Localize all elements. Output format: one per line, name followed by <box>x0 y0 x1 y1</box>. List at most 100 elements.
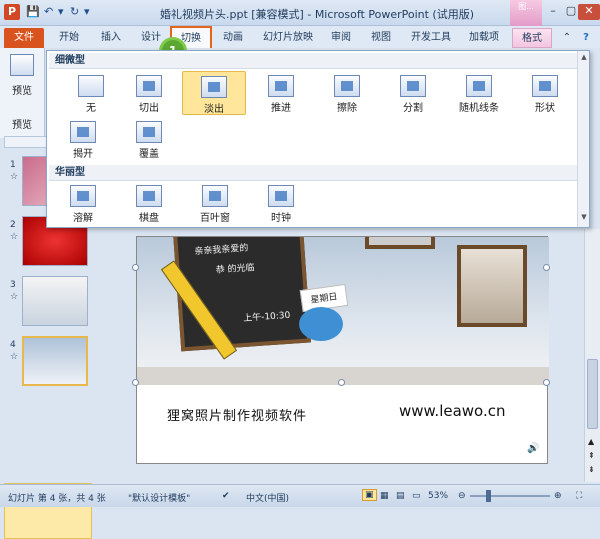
undo-dropdown-icon[interactable]: ▾ <box>58 5 64 18</box>
preview-button-label[interactable]: 预览 <box>12 82 32 97</box>
normal-view-icon[interactable]: ▣ <box>362 489 377 501</box>
transition-label: 时钟 <box>271 213 291 224</box>
clock-transition-icon <box>268 185 294 207</box>
minimize-ribbon-icon[interactable]: ⌃ <box>560 28 574 48</box>
chalk-text: 亲亲我亲爱的 <box>194 243 249 258</box>
language-status[interactable]: 中文(中国) <box>246 491 289 504</box>
zoom-out-icon[interactable]: ⊖ <box>458 491 466 501</box>
slide-url-text[interactable]: www.leawo.cn <box>399 402 506 420</box>
gallery-scrollbar[interactable]: ▲ ▼ <box>577 51 589 227</box>
slide-transition-star-icon: ☆ <box>10 292 19 302</box>
title-bar: P 💾 ↶ ▾ ↻ ▾ 婚礼视频片头.ppt [兼容模式] - Microsof… <box>0 0 600 26</box>
tab-insert[interactable]: 插入 <box>94 28 128 48</box>
theme-name-status[interactable]: "默认设计模板" <box>128 491 190 504</box>
random-bars-transition-icon <box>466 75 492 97</box>
tab-review[interactable]: 审阅 <box>324 28 358 48</box>
transition-shape[interactable]: 形状 <box>513 71 577 115</box>
spell-check-icon[interactable]: ✔ <box>222 491 230 501</box>
current-slide[interactable]: 亲亲我亲爱的 恭 的光临 上午-10:30 星期日 狸窝照片制作视频软件 www… <box>136 236 549 464</box>
resize-handle[interactable] <box>132 379 139 386</box>
resize-handle[interactable] <box>338 379 345 386</box>
slide-transition-star-icon: ☆ <box>10 232 19 242</box>
zoom-level[interactable]: 53% <box>428 491 448 501</box>
transition-dissolve[interactable]: 溶解 <box>51 181 115 225</box>
slide-count-status: 幻灯片 第 4 张，共 4 张 <box>8 494 106 504</box>
tab-home[interactable]: 开始 <box>52 28 86 48</box>
close-icon[interactable]: ✕ <box>578 4 600 20</box>
slide-transition-star-icon: ☆ <box>10 172 19 182</box>
transition-label: 百叶窗 <box>200 213 230 224</box>
fit-to-window-icon[interactable]: ⛶ <box>576 491 582 501</box>
transition-cover[interactable]: 覆盖 <box>117 117 181 161</box>
slide-thumbnail-4[interactable] <box>22 336 88 386</box>
tab-animations[interactable]: 动画 <box>216 28 250 48</box>
zoom-in-icon[interactable]: ⊕ <box>554 491 562 501</box>
help-icon[interactable]: ? <box>578 28 594 48</box>
slide-number: 4 <box>10 340 16 350</box>
shape-transition-icon <box>532 75 558 97</box>
zoom-slider-track[interactable] <box>470 495 550 497</box>
transition-blinds[interactable]: 百叶窗 <box>183 181 247 225</box>
transition-label: 切出 <box>139 103 159 114</box>
tab-slide-show[interactable]: 幻灯片放映 <box>258 28 318 48</box>
transition-none[interactable]: 无 <box>59 71 123 115</box>
slide-show-icon[interactable]: ▭ <box>412 491 421 501</box>
dissolve-transition-icon <box>70 185 96 207</box>
transition-label: 分割 <box>403 103 423 114</box>
resize-handle[interactable] <box>132 264 139 271</box>
slide-number: 2 <box>10 220 16 230</box>
transition-label: 揭开 <box>73 149 93 160</box>
vertical-scrollbar[interactable]: ▲ ⇞ ⇟ <box>584 229 600 482</box>
zoom-slider-thumb[interactable] <box>486 490 491 502</box>
transition-push[interactable]: 推进 <box>249 71 313 115</box>
resize-handle[interactable] <box>543 264 550 271</box>
tab-add-ins[interactable]: 加载项 <box>464 28 504 48</box>
scroll-up-icon[interactable]: ▲ <box>579 53 589 63</box>
status-bar: 幻灯片 第 4 张，共 4 张 "默认设计模板" ✔ 中文(中国) ▣ ▦ ▤ … <box>0 484 600 507</box>
scroll-thumb[interactable] <box>587 359 598 429</box>
resize-handle[interactable] <box>543 379 550 386</box>
transition-cut[interactable]: 切出 <box>117 71 181 115</box>
chevron-up-icon[interactable]: ▲ <box>588 437 594 446</box>
preview-icon[interactable] <box>10 54 34 76</box>
slide-sorter-icon[interactable]: ▦ <box>380 491 389 501</box>
previous-slide-icon[interactable]: ⇞ <box>588 451 595 460</box>
tab-view[interactable]: 视图 <box>364 28 398 48</box>
slide-thumbnail-3[interactable] <box>22 276 88 326</box>
sound-icon[interactable]: 🔊 <box>527 443 539 454</box>
transition-uncover[interactable]: 揭开 <box>51 117 115 161</box>
scroll-down-icon[interactable]: ▼ <box>579 213 589 223</box>
transition-gallery: 细微型 无 切出 淡出 推进 擦除 分割 随机线条 形状 揭开 覆盖 华丽型 溶… <box>46 50 590 228</box>
customize-quick-access-icon[interactable]: ▾ <box>84 5 90 18</box>
save-icon[interactable]: 💾 <box>26 5 40 18</box>
preview-group-label: 预览 <box>12 120 32 131</box>
tab-format[interactable]: 格式 <box>512 28 552 48</box>
transition-label: 擦除 <box>337 103 357 114</box>
transition-split[interactable]: 分割 <box>381 71 445 115</box>
reading-view-icon[interactable]: ▤ <box>396 491 405 501</box>
transition-label: 溶解 <box>73 213 93 224</box>
slide-background-photo: 亲亲我亲爱的 恭 的光临 上午-10:30 星期日 <box>137 237 549 385</box>
transition-fade[interactable]: 淡出 <box>182 71 246 115</box>
slide-transition-star-icon: ☆ <box>10 352 19 362</box>
tab-developer[interactable]: 开发工具 <box>406 28 456 48</box>
next-slide-icon[interactable]: ⇟ <box>588 465 595 474</box>
powerpoint-app-icon[interactable]: P <box>4 4 20 20</box>
transition-wipe[interactable]: 擦除 <box>315 71 379 115</box>
split-transition-icon <box>400 75 426 97</box>
transition-label: 形状 <box>535 103 555 114</box>
blinds-transition-icon <box>202 185 228 207</box>
transition-clock[interactable]: 时钟 <box>249 181 313 225</box>
undo-icon[interactable]: ↶ <box>44 5 53 18</box>
transition-checkerboard[interactable]: 棋盘 <box>117 181 181 225</box>
chalk-text: 上午-10:30 <box>242 310 291 324</box>
preview-group: 预览 预览 <box>0 48 45 138</box>
none-transition-icon <box>78 75 104 97</box>
slide-caption[interactable]: 狸窝照片制作视频软件 <box>167 405 307 424</box>
redo-icon[interactable]: ↻ <box>70 5 79 18</box>
tab-file[interactable]: 文件 <box>4 28 44 48</box>
transition-random-bars[interactable]: 随机线条 <box>447 71 511 115</box>
cover-transition-icon <box>136 121 162 143</box>
minimize-icon[interactable]: – <box>544 4 562 20</box>
transition-label: 无 <box>86 103 96 114</box>
